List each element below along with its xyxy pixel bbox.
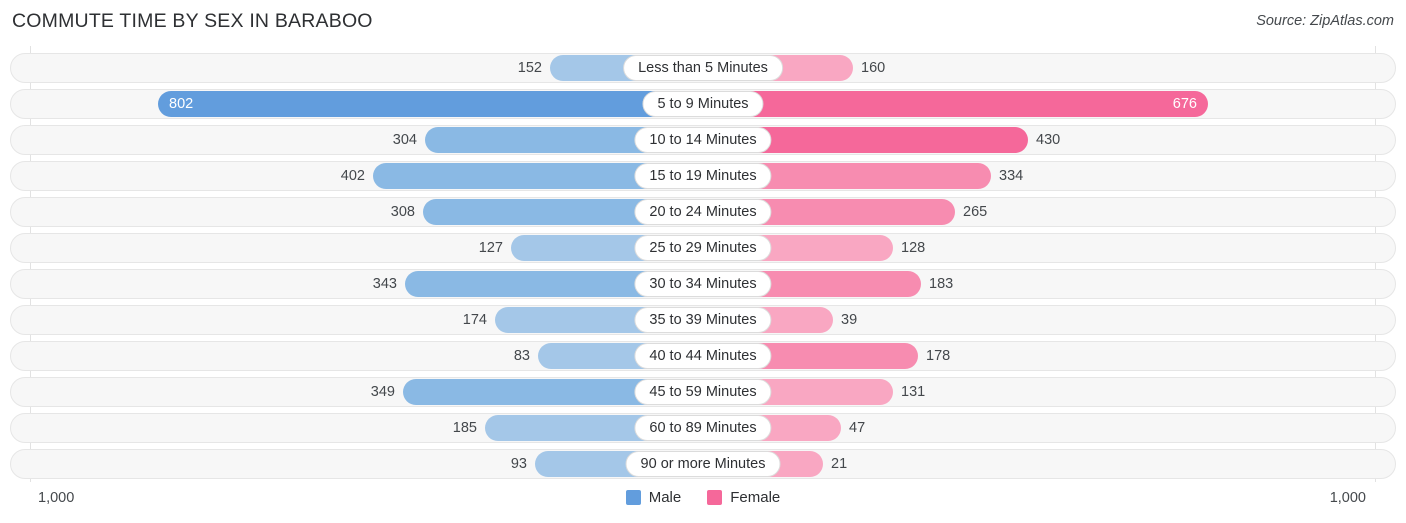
legend-label: Female [730,489,781,506]
female-bar-value: 183 [929,275,954,292]
chart-row-inner: 152 160 Less than 5 Minutes [11,54,1395,82]
chart-row-inner: 349 131 45 to 59 Minutes [11,378,1395,406]
female-bar-value: 178 [926,347,951,364]
female-bar-value: 128 [901,239,926,256]
chart-legend: Male Female [0,490,1406,505]
chart-row-inner: 802 676 5 to 9 Minutes [11,90,1395,118]
chart-plot-area: 152 160 Less than 5 Minutes 802 676 5 to 9 Mi… [0,46,1406,482]
chart-row: 304 430 10 to 14 Minutes [10,125,1396,155]
male-bar-value: 304 [392,131,417,148]
legend-item-male[interactable]: Male [625,489,682,506]
chart-row: 308 265 20 to 24 Minutes [10,197,1396,227]
category-label: 90 or more Minutes [625,451,781,477]
female-bar-value: 265 [963,203,988,220]
female-bar-value: 39 [841,311,858,328]
category-label: 15 to 19 Minutes [634,163,772,189]
chart-row-inner: 304 430 10 to 14 Minutes [11,126,1395,154]
male-bar-value: 185 [452,419,477,436]
female-bar-value: 131 [901,383,926,400]
female-bar-value: 47 [849,419,866,436]
chart-row: 402 334 15 to 19 Minutes [10,161,1396,191]
category-label: 30 to 34 Minutes [634,271,772,297]
chart-row-inner: 185 47 60 to 89 Minutes [11,414,1395,442]
chart-footer: 1,000 1,000 Male Female [0,482,1406,523]
male-bar-value: 802 [169,95,194,112]
category-label: 10 to 14 Minutes [634,127,772,153]
male-bar-value: 93 [510,455,527,472]
male-bar-value: 349 [370,383,395,400]
female-bar-value: 21 [831,455,848,472]
chart-row: 343 183 30 to 34 Minutes [10,269,1396,299]
chart-row: 349 131 45 to 59 Minutes [10,377,1396,407]
chart-row-inner: 127 128 25 to 29 Minutes [11,234,1395,262]
legend-swatch-icon [707,490,723,505]
chart-row-inner: 83 178 40 to 44 Minutes [11,342,1395,370]
chart-row: 93 21 90 or more Minutes [10,449,1396,479]
female-bar-value: 334 [999,167,1024,184]
chart-header: COMMUTE TIME BY SEX IN BARABOO Source: Z… [0,0,1406,46]
legend-item-female[interactable]: Female [707,490,780,505]
category-label: Less than 5 Minutes [623,55,783,81]
chart-row-inner: 308 265 20 to 24 Minutes [11,198,1395,226]
legend-label: Male [648,489,682,506]
category-label: 60 to 89 Minutes [634,415,772,441]
chart-row: 83 178 40 to 44 Minutes [10,341,1396,371]
female-bar: 676 [703,91,1208,117]
chart-row: 127 128 25 to 29 Minutes [10,233,1396,263]
chart-row: 185 47 60 to 89 Minutes [10,413,1396,443]
page-title: COMMUTE TIME BY SEX IN BARABOO [12,10,373,32]
category-label: 25 to 29 Minutes [634,235,772,261]
category-label: 35 to 39 Minutes [634,307,772,333]
male-bar: 802 [158,91,703,117]
male-bar-value: 174 [462,311,487,328]
chart-row: 802 676 5 to 9 Minutes [10,89,1396,119]
male-bar-value: 402 [340,167,365,184]
category-label: 5 to 9 Minutes [642,91,764,117]
category-label: 40 to 44 Minutes [634,343,772,369]
chart-row-inner: 93 21 90 or more Minutes [11,450,1395,478]
male-bar-value: 83 [513,347,530,364]
category-label: 20 to 24 Minutes [634,199,772,225]
chart-row-inner: 402 334 15 to 19 Minutes [11,162,1395,190]
chart-root: COMMUTE TIME BY SEX IN BARABOO Source: Z… [0,0,1406,523]
category-label: 45 to 59 Minutes [634,379,772,405]
source-attribution: Source: ZipAtlas.com [1256,13,1394,29]
male-bar-value: 308 [390,203,415,220]
female-bar-value: 430 [1036,131,1061,148]
legend-swatch-icon [625,490,641,505]
female-bar-value: 676 [1172,95,1197,112]
male-bar-value: 127 [478,239,503,256]
chart-row-inner: 174 39 35 to 39 Minutes [11,306,1395,334]
chart-row-inner: 343 183 30 to 34 Minutes [11,270,1395,298]
male-bar-value: 343 [372,275,397,292]
female-bar-value: 160 [861,59,886,76]
male-bar-value: 152 [517,59,542,76]
chart-row: 152 160 Less than 5 Minutes [10,53,1396,83]
chart-row: 174 39 35 to 39 Minutes [10,305,1396,335]
